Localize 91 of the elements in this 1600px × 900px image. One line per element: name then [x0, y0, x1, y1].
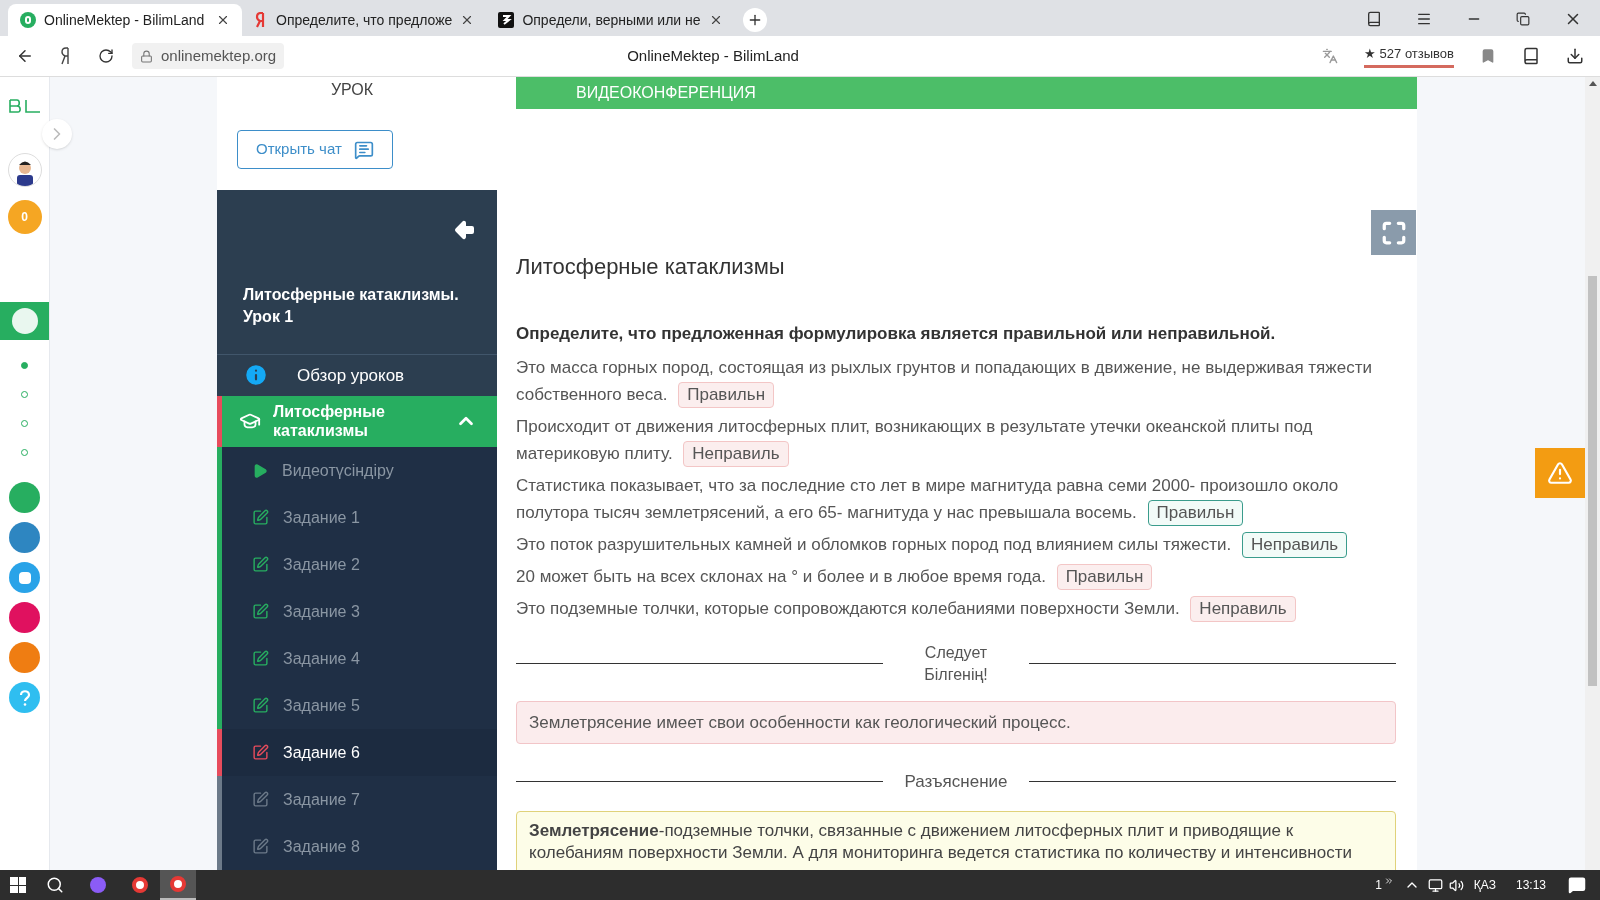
- site-icon: [498, 12, 515, 28]
- play-icon: [252, 462, 268, 479]
- edit-icon: [252, 556, 269, 573]
- app-icon[interactable]: [9, 482, 40, 513]
- volume-icon[interactable]: [1448, 877, 1464, 893]
- exercise-heading: Литосферные катаклизмы: [516, 253, 786, 281]
- lesson-item[interactable]: Задание 8: [222, 823, 497, 870]
- notifications-icon[interactable]: [1568, 876, 1586, 894]
- browser-tab[interactable]: OnlineMektep - BilimLand: [8, 4, 242, 36]
- scrollbar-thumb[interactable]: [1588, 276, 1597, 686]
- language-indicator[interactable]: ҚАЗ: [1473, 876, 1496, 894]
- clock[interactable]: 13:13: [1515, 876, 1546, 894]
- back-icon[interactable]: [16, 47, 34, 65]
- avatar[interactable]: [7, 153, 42, 187]
- restore-icon[interactable]: [1516, 12, 1530, 26]
- warning-icon: [1547, 460, 1573, 486]
- scroll-up-icon[interactable]: [1588, 81, 1597, 86]
- reload-icon[interactable]: [98, 48, 114, 64]
- test-app-icon[interactable]: [9, 562, 40, 593]
- logo-icon[interactable]: [7, 99, 42, 113]
- assistant-icon[interactable]: [90, 877, 106, 893]
- tab-title: OnlineMektep - BilimLand: [44, 10, 206, 30]
- statement-text: Это подземные толчки, которые сопровождаются колебаниями поверхности Земли. Неправиль: [516, 594, 1396, 622]
- edit-icon: [252, 744, 269, 761]
- browser-taskbar-icon[interactable]: [160, 870, 196, 900]
- menu-icon[interactable]: [1416, 11, 1432, 27]
- book-app-icon[interactable]: [9, 522, 40, 553]
- lesson-item[interactable]: Задание 6: [222, 729, 497, 776]
- edit-icon: [252, 603, 269, 620]
- network-icon[interactable]: [1427, 877, 1443, 893]
- translate-icon[interactable]: [1322, 48, 1338, 64]
- close-icon[interactable]: [216, 13, 230, 27]
- statement-text: Это масса горных пород, состоящая из рыхлых грунтов и попадающих в движение, не выдерживая тяжести собственного веса. Правильн: [516, 353, 1396, 408]
- answer-chip[interactable]: Неправиль: [1242, 531, 1348, 558]
- hint-box: Землетрясение имеет свои особенности как геологический процесс.: [516, 700, 1396, 744]
- back-arrow-icon[interactable]: [453, 218, 477, 242]
- score-badge: 0: [7, 200, 42, 234]
- chat-icon: [353, 139, 374, 160]
- browser-taskbar-icon[interactable]: [132, 877, 148, 893]
- app-icon[interactable]: [9, 602, 40, 633]
- lesson-item[interactable]: Задание 4: [222, 635, 497, 682]
- lesson-item[interactable]: Задание 5: [222, 682, 497, 729]
- answer-chip[interactable]: Правильн: [678, 381, 775, 408]
- site-icon[interactable]: [11, 308, 38, 334]
- edit-icon: [252, 509, 269, 526]
- browser-tab[interactable]: Определите, что предложе: [242, 4, 487, 36]
- statement-text: 20 может быть на всех склонах на ° и более и в любое время года. Правильн: [516, 562, 1396, 590]
- lesson-item[interactable]: Задание 3: [222, 588, 497, 635]
- expand-icon: [1380, 219, 1407, 246]
- bookmark-icon[interactable]: [1480, 48, 1496, 64]
- collections-icon[interactable]: [1522, 47, 1540, 65]
- search-icon[interactable]: [46, 876, 64, 894]
- reviews-badge[interactable]: ★ 527 отзывов: [1364, 44, 1454, 68]
- edit-icon: [252, 650, 269, 667]
- lesson-item[interactable]: Задание 7: [222, 776, 497, 823]
- fullscreen-button[interactable]: [1371, 210, 1416, 255]
- site-icon: [20, 12, 36, 28]
- bookmarks-icon[interactable]: [1366, 11, 1382, 27]
- lesson-tab[interactable]: УРОК: [330, 77, 384, 102]
- explanation-box: Землетрясение-подземные толчки, связанные с движением литосферных плит и приводящие к колебаниям поверхности Земли. А для мониторинга ведется статистика по количеству и интенсивности: [516, 810, 1396, 870]
- edit-icon: [252, 697, 269, 714]
- answer-chip[interactable]: Неправиль: [1190, 595, 1296, 622]
- browser-logo-icon[interactable]: [60, 47, 72, 65]
- answer-chip[interactable]: Правильн: [1056, 563, 1153, 590]
- start-icon[interactable]: [10, 877, 26, 893]
- tab-title: Определи, верными или не: [522, 10, 701, 30]
- question-text: Определите, что предложенная формулировка является правильной или неправильной.: [516, 323, 1277, 345]
- explanation-title: Разъяснение: [903, 771, 1009, 793]
- answer-chip[interactable]: Неправиль: [683, 440, 789, 467]
- page-title: OnlineMektep - BilimLand: [626, 45, 800, 66]
- answer-chip[interactable]: Правильн: [1147, 499, 1244, 526]
- address-field[interactable]: onlinemektep.org: [132, 43, 285, 69]
- browser-tab[interactable]: Определи, верными или не: [486, 4, 735, 36]
- statement-text: Статистика показывает, что за последние сто лет в мире магнитуда равна семи 2000- произошло около полутора тысяч землетрясений, а его 65- магнитуда у нас превышала восемь. Правильн: [516, 471, 1396, 526]
- notification-count: 1: [1375, 877, 1382, 894]
- open-chat-button[interactable]: Открыть чат: [237, 130, 393, 169]
- statement-text: Это поток разрушительных камней и обломков горных пород под влиянием силы тяжести. Неправиль: [516, 530, 1396, 558]
- download-icon[interactable]: [1566, 47, 1584, 65]
- lesson-item[interactable]: Задание 1: [222, 494, 497, 541]
- statement-text: Происходит от движения литосферных плит, возникающих в результате утечки океанской плиты под материковую плиту. Неправиль: [516, 412, 1396, 467]
- edit-icon: [252, 791, 269, 808]
- overview-item[interactable]: Обзор уроков: [217, 355, 497, 396]
- tab-title: Определите, что предложе: [276, 10, 453, 30]
- edit-icon: [252, 838, 269, 855]
- new-tab-button[interactable]: [742, 8, 767, 32]
- lock-icon: [140, 49, 153, 63]
- app-icon[interactable]: [9, 642, 40, 673]
- lesson-item[interactable]: Задание 2: [222, 541, 497, 588]
- lesson-item[interactable]: Видеотүсіндіру: [222, 447, 497, 494]
- overflow-icon[interactable]: [1383, 876, 1394, 886]
- hint-title: Следует Білгенің!: [923, 642, 989, 685]
